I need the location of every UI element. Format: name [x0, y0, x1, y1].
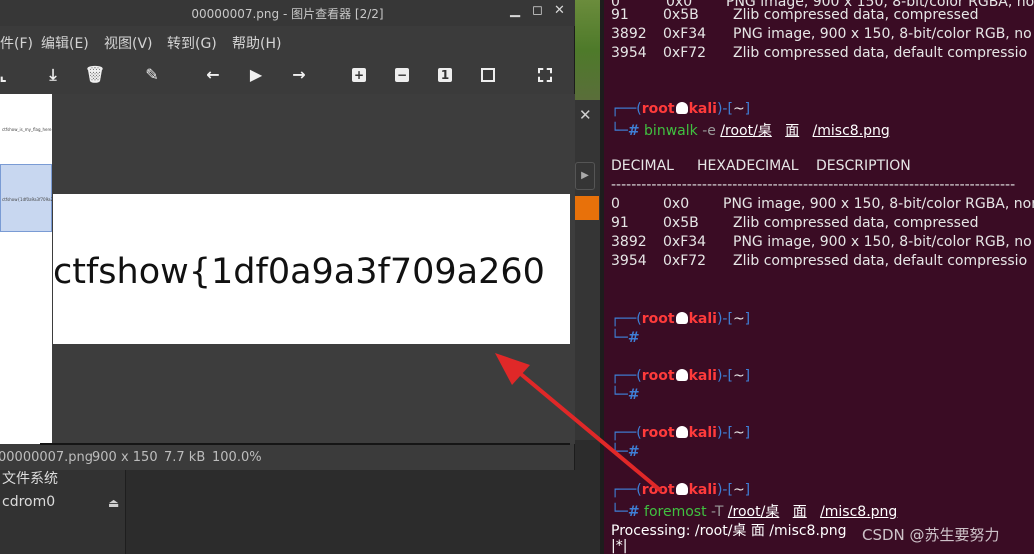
menu-view[interactable]: 视图(V) [104, 33, 153, 53]
eject-icon[interactable]: ⏏ [108, 496, 119, 510]
zoom-out-icon[interactable]: − [395, 68, 409, 82]
row-off: 91 [611, 215, 629, 231]
statusbar: 00000007.png 900 x 150 7.7 kB 100.0% [0, 448, 575, 468]
skull-icon [675, 102, 688, 114]
status-filename: 00000007.png [0, 450, 94, 465]
sidebar-section-filesystem: 文件系统 [2, 471, 58, 487]
maximize-icon[interactable]: ◻ [532, 3, 543, 18]
flag-text: ctfshow{1df0a9a3f709a260 [53, 252, 545, 292]
row-off: 91 [611, 7, 629, 23]
forward-arrow-icon[interactable]: → [288, 64, 310, 86]
image-viewer-window: 00000007.png - 图片查看器 [2/2] ▁ ◻ ✕ 件(F) 编辑… [0, 0, 575, 470]
zoom-normal-icon[interactable]: 1 [438, 68, 452, 82]
expand-arrow-icon[interactable]: ▶ [575, 162, 595, 190]
save-icon[interactable]: ⤓ [42, 64, 64, 86]
watermark: CSDN @苏生要努力 [862, 526, 1000, 544]
row-hex: 0xF72 [663, 253, 707, 269]
status-dimensions: 900 x 150 [92, 450, 158, 465]
terminal-empty-command: └─# [611, 387, 640, 403]
zoom-fit-icon[interactable] [481, 68, 495, 82]
skull-icon [675, 369, 688, 381]
row-off: 0 [611, 196, 620, 212]
terminal-command-foremost: └─# foremost -T /root/桌 面 /misc8.png [611, 504, 898, 520]
sidebar-item-cdrom[interactable]: cdrom0 [2, 494, 55, 510]
window-title: 00000007.png - 图片查看器 [2/2] [191, 7, 384, 21]
terminal-cursor: |*| [611, 538, 628, 554]
row-off: 3892 [611, 234, 647, 250]
row-desc: Zlib compressed data, default compressio [733, 45, 1028, 61]
terminal-processing: Processing: /root/桌 面 /misc8.png [611, 523, 847, 539]
row-hex: 0x5B [663, 7, 699, 23]
skull-icon [675, 483, 688, 495]
row-hex: 0x5B [663, 215, 699, 231]
row-desc: PNG image, 900 x 150, 8-bit/color RGB, n… [733, 234, 1032, 250]
titlebar: 00000007.png - 图片查看器 [2/2] ▁ ◻ ✕ [0, 0, 575, 26]
status-zoom: 100.0% [212, 450, 262, 465]
close-icon[interactable]: ✕ [554, 3, 565, 18]
terminal-empty-command: └─# [611, 444, 640, 460]
play-icon[interactable]: ▶ [245, 64, 267, 86]
thumbnail-preview[interactable]: ctfshow_is_my_flag_here ctfshow{1df0a9a3… [0, 94, 100, 444]
open-icon[interactable]: ⌞ [0, 64, 14, 86]
status-size: 7.7 kB [164, 450, 206, 465]
terminal-dashes: ----------------------------------------… [611, 177, 1016, 193]
terminal-prompt: ┌──(root kali)-[~] [611, 482, 751, 498]
edit-icon[interactable]: ✎ [141, 64, 163, 86]
terminal-command-binwalk: └─# binwalk -e /root/桌 面 /misc8.png [611, 123, 890, 139]
image-canvas: ctfshow_is_my_flag_here ctfshow{1df0a9a3… [0, 94, 575, 444]
row-hex: 0xF72 [663, 45, 707, 61]
terminal-prompt: ┌──(root kali)-[~] [611, 368, 751, 384]
row-desc: Zlib compressed data, compressed [733, 215, 979, 231]
menu-help[interactable]: 帮助(H) [232, 33, 281, 53]
terminal-prompt: ┌──(root kali)-[~] [611, 425, 751, 441]
terminal-window[interactable]: 0 0x0 PNG image, 900 x 150, 8-bit/color RG… [604, 0, 1034, 554]
displayed-image: ctfshow{1df0a9a3f709a260 [53, 194, 570, 344]
delete-icon[interactable]: 🗑 [84, 64, 106, 86]
menu-file[interactable]: 件(F) [0, 33, 33, 53]
terminal-prompt: ┌──(root kali)-[~] [611, 311, 751, 327]
row-hex: 0xF34 [663, 234, 707, 250]
row-desc: Zlib compressed data, default compressio [733, 253, 1028, 269]
row-off: 3954 [611, 45, 647, 61]
thumbnail-selection: ctfshow{1df0a9a3f709a2605803d5b1f4d0e7e5… [0, 164, 100, 232]
back-arrow-icon[interactable]: ← [202, 64, 224, 86]
terminal-prompt: ┌──(root kali)-[~] [611, 101, 751, 117]
orange-block [575, 196, 599, 220]
fullscreen-icon[interactable] [538, 68, 552, 82]
skull-icon [675, 426, 688, 438]
desktop: 文件系统 cdrom0 ⏏ ✕ ▶ 00000007.png - 图片查看器 [… [0, 0, 1034, 554]
row-desc: PNG image, 900 x 150, 8-bit/color RGB, n… [733, 26, 1032, 42]
menu-goto[interactable]: 转到(G) [167, 33, 217, 53]
menu-edit[interactable]: 编辑(E) [41, 33, 89, 53]
thumb-text-1: ctfshow_is_my_flag_here [2, 127, 52, 132]
background-window-edge: ✕ ▶ [570, 100, 604, 440]
close-icon[interactable]: ✕ [579, 106, 592, 124]
terminal-empty-command: └─# [611, 330, 640, 346]
skull-icon [675, 312, 688, 324]
menubar: 件(F) 编辑(E) 视图(V) 转到(G) 帮助(H) [0, 28, 575, 56]
horizontal-scrollbar[interactable] [40, 443, 570, 445]
toolbar: ⌞ ⤓ 🗑 ✎ ← ▶ → + − 1 [0, 60, 575, 92]
minimize-icon[interactable]: ▁ [510, 3, 520, 18]
row-off: 3954 [611, 253, 647, 269]
row-desc: Zlib compressed data, compressed [733, 7, 979, 23]
row-desc: PNG image, 900 x 150, 8-bit/color RGBA, … [723, 196, 1034, 212]
row-hex: 0x0 [663, 196, 690, 212]
zoom-in-icon[interactable]: + [352, 68, 366, 82]
row-off: 3892 [611, 26, 647, 42]
row-hex: 0xF34 [663, 26, 707, 42]
terminal-header: DECIMAL HEXADECIMAL DESCRIPTION [611, 158, 911, 174]
